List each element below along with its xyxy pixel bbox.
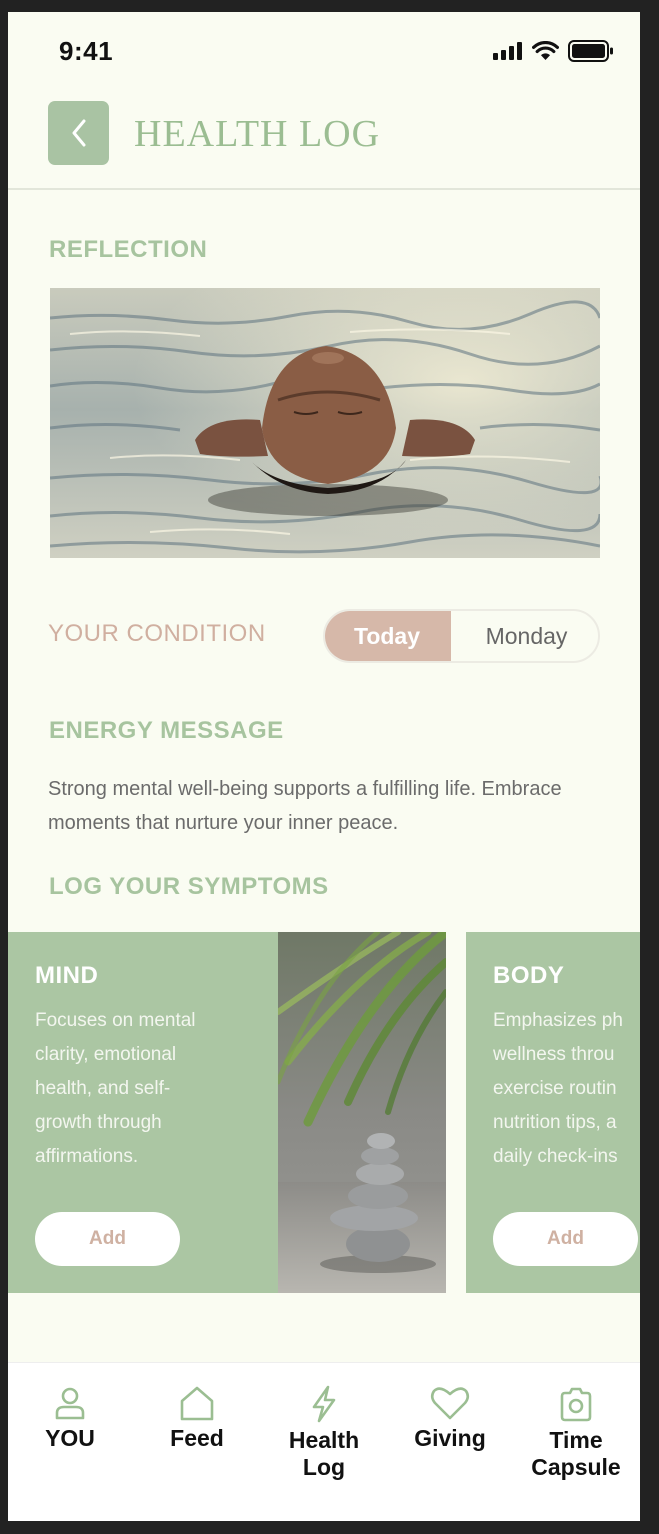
heart-icon (430, 1387, 470, 1420)
page-title: HEALTH LOG (134, 113, 381, 155)
symptom-card-mind[interactable]: MIND Focuses on mental clarity, emotiona… (8, 932, 446, 1293)
reflection-image (50, 288, 600, 558)
log-symptoms-label: LOG YOUR SYMPTOMS (49, 873, 329, 900)
status-bar: 9:41 (8, 12, 640, 92)
card-description-line: nutrition tips, a (493, 1112, 617, 1133)
user-icon (55, 1387, 85, 1420)
zen-stones-image (275, 932, 446, 1293)
card-title: BODY (493, 962, 565, 989)
tab-time-capsule[interactable]: Time Capsule (521, 1385, 631, 1481)
status-icons (493, 40, 614, 62)
energy-message-label: ENERGY MESSAGE (49, 717, 284, 744)
wifi-icon (532, 41, 559, 60)
card-title: MIND (35, 962, 99, 989)
tab-feed[interactable]: Feed (142, 1385, 252, 1452)
tab-label: YOU (45, 1425, 95, 1451)
status-time: 9:41 (59, 36, 114, 66)
energy-message-text: Strong mental well-being supports a fulf… (48, 778, 562, 834)
camera-icon (560, 1387, 592, 1422)
symptom-card-body[interactable]: BODY Emphasizes ph wellness throu exerci… (466, 932, 640, 1293)
battery-icon (568, 40, 613, 62)
app-header: HEALTH LOG (8, 92, 640, 190)
bottom-tab-bar: YOU Feed Health Log Giving Time Capsule (8, 1362, 640, 1521)
chevron-left-icon (72, 119, 85, 147)
toggle-today[interactable]: Today (325, 611, 451, 661)
tab-label: Feed (170, 1425, 224, 1451)
home-icon (180, 1386, 214, 1421)
toggle-monday[interactable]: Monday (451, 611, 598, 661)
add-mind-button[interactable]: Add (35, 1212, 180, 1266)
tab-label: Health Log (288, 1427, 360, 1480)
reflection-label: REFLECTION (49, 236, 208, 263)
card-description-line: exercise routin (493, 1078, 617, 1099)
condition-label: YOUR CONDITION (48, 620, 266, 647)
symptom-cards-carousel[interactable]: MIND Focuses on mental clarity, emotiona… (8, 932, 640, 1294)
card-description: Emphasizes ph wellness throu exercise ro… (493, 1004, 640, 1174)
tab-giving[interactable]: Giving (395, 1385, 505, 1452)
tab-health-log[interactable]: Health Log (269, 1385, 379, 1481)
card-description-line: clarity, emotional (35, 1044, 177, 1065)
tab-label: Giving (414, 1425, 486, 1451)
signal-icon (493, 42, 522, 60)
card-description-line: Focuses on mental (35, 1010, 196, 1031)
condition-toggle: Today Monday (323, 609, 600, 663)
card-description-line: growth through (35, 1112, 162, 1133)
add-body-button[interactable]: Add (493, 1212, 638, 1266)
card-description-line: affirmations. (35, 1146, 139, 1167)
phone-screen: 9:41 HEALTH LOG REFLECTION YOUR CONDITIO… (8, 12, 640, 1521)
card-description-line: wellness throu (493, 1044, 615, 1065)
tab-label: Time Capsule (531, 1427, 621, 1480)
card-description: Focuses on mental clarity, emotional hea… (35, 1004, 250, 1174)
lightning-icon (312, 1385, 336, 1423)
card-description-line: health, and self- (35, 1078, 171, 1099)
card-description-line: Emphasizes ph (493, 1010, 623, 1031)
card-description-line: daily check-ins (493, 1146, 618, 1167)
back-button[interactable] (48, 101, 109, 165)
tab-you[interactable]: YOU (15, 1385, 125, 1452)
